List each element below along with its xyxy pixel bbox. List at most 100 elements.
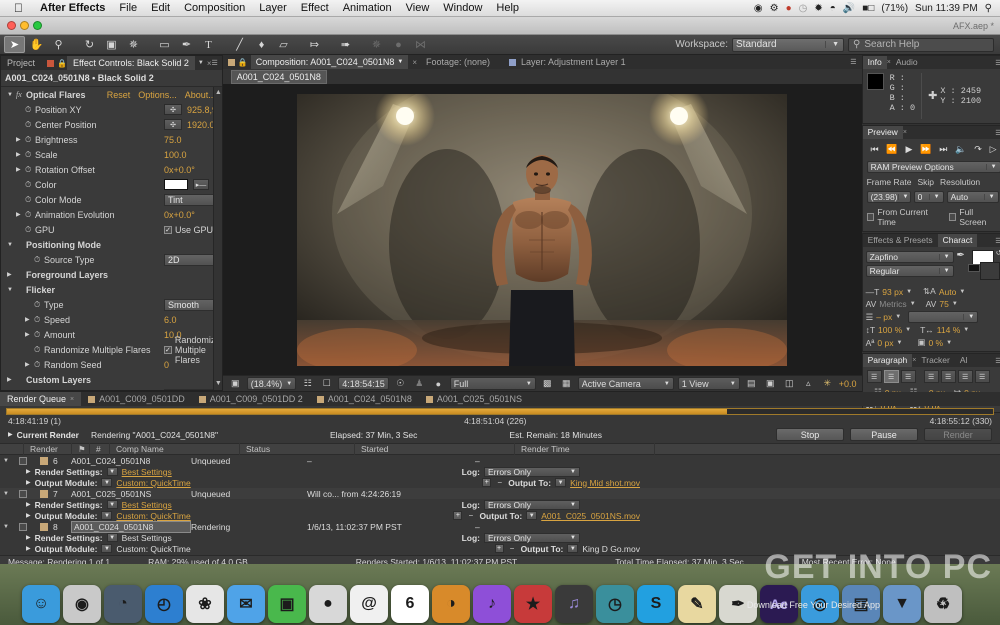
effect-property-value[interactable]: 0 xyxy=(164,360,169,370)
record-icon[interactable]: ● xyxy=(786,3,792,14)
checkbox[interactable]: ✓ xyxy=(164,345,172,354)
stopwatch-icon[interactable]: ⏱ xyxy=(25,180,35,190)
scroll-up-icon[interactable]: ▲ xyxy=(215,89,222,97)
stopwatch-icon[interactable]: ⏱ xyxy=(25,105,35,115)
panel-menu-icon[interactable]: ☰ xyxy=(995,357,1000,365)
row-comp-name[interactable]: A001_C025_0501NS xyxy=(71,489,191,499)
tab-align[interactable]: Al xyxy=(955,354,973,367)
camera-tool[interactable]: ▣ xyxy=(101,36,122,53)
output-to-value[interactable]: A001_C025_0501NS.mov xyxy=(541,511,640,521)
workspace-select[interactable]: Standard ▼ xyxy=(732,37,844,52)
battery-icon[interactable]: ■□ xyxy=(862,3,874,14)
menu-item-help[interactable]: Help xyxy=(489,2,526,14)
font-family-select[interactable]: Zapfino ▼ xyxy=(865,251,954,263)
add-output-module-icon[interactable]: + xyxy=(482,478,492,487)
region-of-interest-toggle-icon[interactable]: ▩ xyxy=(540,377,555,390)
skip-select[interactable]: 0 ▼ xyxy=(913,191,944,203)
effect-controls-scrollbar[interactable]: ▲ ▼ xyxy=(212,87,222,390)
render-queue-item-row[interactable]: ▼ 6 A001_C024_0501N8 Unqueued – – xyxy=(0,455,1000,466)
eraser-tool[interactable]: ▱ xyxy=(273,36,294,53)
render-settings-value[interactable]: Best Settings xyxy=(122,533,172,543)
twirl-icon[interactable]: ▼ xyxy=(7,92,16,98)
tab-effect-controls[interactable]: Effect Controls: Black Solid 2 xyxy=(66,56,195,70)
clock-icon[interactable]: ◷ xyxy=(799,3,808,14)
twirl-icon[interactable]: ▶ xyxy=(25,316,34,323)
next-frame-icon[interactable]: ⏩ xyxy=(920,144,931,155)
col-number[interactable]: # xyxy=(90,443,110,455)
checkbox[interactable]: ✓ xyxy=(164,225,172,234)
effect-property-checkbox-wrap[interactable]: ✓ Use GPU xyxy=(164,225,213,235)
justify-last-right-icon[interactable]: ☰ xyxy=(957,370,973,383)
effect-property-row[interactable]: ▶ ⏱ Scale 100.0 xyxy=(1,147,222,162)
twirl-icon[interactable]: ▼ xyxy=(7,242,16,248)
exposure-icon[interactable]: ✳ xyxy=(820,377,835,390)
align-left-icon[interactable]: ☰ xyxy=(866,370,882,383)
audio-icon[interactable]: 🔈 xyxy=(955,144,966,155)
from-current-time-checkbox[interactable] xyxy=(866,213,875,221)
dock-item-safari[interactable]: ◴ xyxy=(145,585,183,623)
effect-property-row[interactable]: ▶ ⏱ Rotation Offset 0x+0.0° xyxy=(1,162,222,177)
font-style-select[interactable]: Regular ▼ xyxy=(865,265,954,277)
twirl-icon[interactable]: ▶ xyxy=(26,512,31,519)
stopwatch-icon[interactable]: ⏱ xyxy=(34,255,44,265)
dock-item-facetime[interactable]: ▣ xyxy=(268,585,306,623)
ram-preview-icon[interactable]: ▷ xyxy=(990,144,997,155)
output-module-value[interactable]: Custom: QuickTime xyxy=(116,478,190,488)
twirl-icon[interactable]: ▶ xyxy=(26,545,31,552)
chevron-down-icon[interactable]: ▼ xyxy=(397,59,403,65)
dock-item-time-machine[interactable]: ◷ xyxy=(596,585,634,623)
search-help-input[interactable]: ⚲ Search Help xyxy=(848,37,994,52)
tsume-value[interactable]: 0 % xyxy=(928,338,943,348)
render-settings-dropdown-icon[interactable]: ▼ xyxy=(106,533,118,542)
twirl-icon[interactable]: ▶ xyxy=(7,271,16,278)
chevron-down-icon[interactable]: ▼ xyxy=(963,327,969,333)
chevron-down-icon[interactable]: ▼ xyxy=(946,340,952,346)
stopwatch-icon[interactable]: ⏱ xyxy=(25,225,35,235)
close-icon[interactable]: × xyxy=(408,58,421,67)
col-label-icon[interactable]: ⚑ xyxy=(72,443,90,455)
log-select[interactable]: Errors Only ▼ xyxy=(484,532,580,543)
previous-frame-icon[interactable]: ⏪ xyxy=(886,144,897,155)
transparency-grid-icon[interactable]: ▦ xyxy=(559,377,574,390)
roto-brush-tool[interactable]: ⤇ xyxy=(304,36,325,53)
dock-item-app-store[interactable]: @ xyxy=(350,585,388,623)
effect-property-row[interactable]: ▶ ⏱ Random Seed 0 xyxy=(1,357,222,372)
twirl-icon[interactable]: ▶ xyxy=(26,534,31,541)
twirl-icon[interactable]: ▶ xyxy=(25,361,34,368)
output-to-value[interactable]: King D Go.mov xyxy=(582,544,640,554)
lock-icon[interactable]: 🔒 xyxy=(235,58,251,67)
remove-output-module-icon[interactable]: – xyxy=(508,544,517,553)
snapshot-icon[interactable]: ☉ xyxy=(393,377,408,390)
menu-item-edit[interactable]: Edit xyxy=(144,2,177,14)
tab-paragraph[interactable]: Paragraph xyxy=(862,354,913,367)
current-time-display[interactable]: 4:18:54:15 xyxy=(338,377,389,390)
minimize-icon[interactable] xyxy=(20,21,29,30)
baseline-shift-value[interactable]: 0 px xyxy=(877,338,893,348)
wifi-icon[interactable]: ◓ xyxy=(830,3,836,14)
hand-tool[interactable]: ✋ xyxy=(26,36,47,53)
tab-audio[interactable]: Audio xyxy=(891,56,923,69)
col-started[interactable]: Started xyxy=(355,443,515,455)
menu-clock[interactable]: Sun 11:39 PM xyxy=(915,3,978,14)
safe-zones-icon[interactable]: ▣ xyxy=(228,377,243,390)
effect-property-row[interactable]: ⏱ Randomize Multiple Flares ✓ Randomize Mul… xyxy=(1,335,222,365)
preview-resolution-select[interactable]: Auto ▼ xyxy=(946,191,999,203)
region-of-interest-icon[interactable]: ☐ xyxy=(319,377,334,390)
scroll-down-icon[interactable]: ▼ xyxy=(215,380,222,388)
menu-item-view[interactable]: View xyxy=(399,2,437,14)
menu-item-effect[interactable]: Effect xyxy=(294,2,336,14)
render-checkbox[interactable] xyxy=(19,522,27,531)
swap-colors-icon[interactable]: ↺ xyxy=(996,249,1000,257)
output-module-dropdown-icon[interactable]: ▼ xyxy=(101,478,113,487)
horizontal-scale-value[interactable]: 114 % xyxy=(937,325,960,335)
twirl-icon[interactable]: ▶ xyxy=(8,431,13,438)
pan-behind-tool[interactable]: ✵ xyxy=(123,36,144,53)
position-picker-icon[interactable]: ✣ xyxy=(164,104,182,115)
full-screen-checkbox[interactable] xyxy=(948,213,957,221)
menu-item-layer[interactable]: Layer xyxy=(252,2,294,14)
selection-tool[interactable]: ➤ xyxy=(4,36,25,53)
dock-item-finder[interactable]: ☺ xyxy=(22,585,60,623)
output-to-dropdown-icon[interactable]: ▼ xyxy=(555,478,567,487)
stopwatch-icon[interactable]: ⏱ xyxy=(34,345,44,355)
align-right-icon[interactable]: ☰ xyxy=(900,370,916,383)
